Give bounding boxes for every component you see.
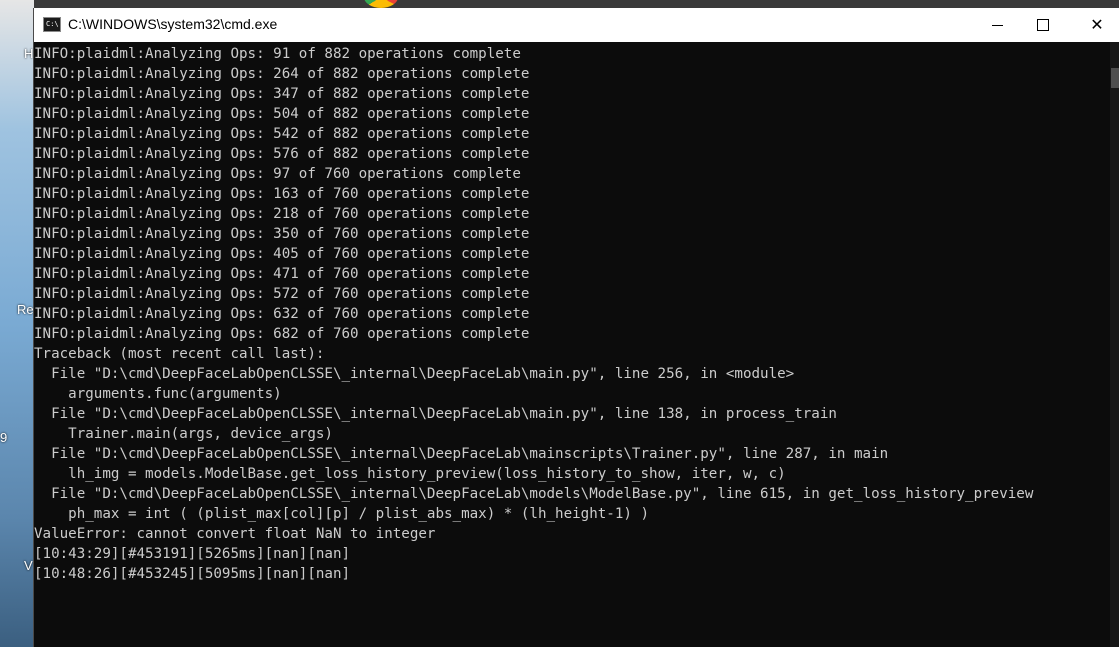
maximize-icon bbox=[1037, 19, 1049, 31]
console-line: INFO:plaidml:Analyzing Ops: 682 of 760 o… bbox=[34, 326, 530, 342]
console-line: INFO:plaidml:Analyzing Ops: 471 of 760 o… bbox=[34, 266, 530, 282]
console-line: INFO:plaidml:Analyzing Ops: 632 of 760 o… bbox=[34, 306, 530, 322]
desktop-icon-label-fragment: V bbox=[24, 558, 33, 573]
console-line: File "D:\cmd\DeepFaceLabOpenCLSSE\_inter… bbox=[34, 446, 889, 462]
desktop-icon-label-fragment: 9 bbox=[0, 430, 8, 445]
console-line: [10:48:26][#453245][5095ms][nan][nan] bbox=[34, 566, 351, 582]
console-line: INFO:plaidml:Analyzing Ops: 572 of 760 o… bbox=[34, 286, 530, 302]
title-bar[interactable]: C:\ C:\WINDOWS\system32\cmd.exe ✕ bbox=[34, 8, 1119, 42]
console-line: INFO:plaidml:Analyzing Ops: 97 of 760 op… bbox=[34, 166, 521, 182]
console-line: INFO:plaidml:Analyzing Ops: 542 of 882 o… bbox=[34, 126, 530, 142]
chrome-taskbar-icon bbox=[364, 0, 398, 8]
background-window-strip bbox=[34, 0, 1119, 8]
console-line: ph_max = int ( (plist_max[col][p] / plis… bbox=[34, 506, 649, 522]
console-line: INFO:plaidml:Analyzing Ops: 91 of 882 op… bbox=[34, 46, 521, 62]
console-line: ValueError: cannot convert float NaN to … bbox=[34, 526, 436, 542]
desktop-icon-label-fragment: H bbox=[24, 46, 34, 61]
minimize-icon bbox=[991, 24, 1003, 26]
console-line: INFO:plaidml:Analyzing Ops: 163 of 760 o… bbox=[34, 186, 530, 202]
console-line: INFO:plaidml:Analyzing Ops: 218 of 760 o… bbox=[34, 206, 530, 222]
desktop-background bbox=[0, 0, 34, 647]
console-line: INFO:plaidml:Analyzing Ops: 576 of 882 o… bbox=[34, 146, 530, 162]
console-line: lh_img = models.ModelBase.get_loss_histo… bbox=[34, 466, 786, 482]
console-line: File "D:\cmd\DeepFaceLabOpenCLSSE\_inter… bbox=[34, 486, 1034, 502]
console-output[interactable]: INFO:plaidml:Analyzing Ops: 91 of 882 op… bbox=[34, 42, 1110, 647]
scrollbar-thumb[interactable] bbox=[1111, 68, 1119, 88]
console-line: Trainer.main(args, device_args) bbox=[34, 426, 333, 442]
console-line: INFO:plaidml:Analyzing Ops: 264 of 882 o… bbox=[34, 66, 530, 82]
cmd-window[interactable]: C:\ C:\WINDOWS\system32\cmd.exe ✕ INFO:p… bbox=[33, 8, 1119, 647]
console-line: File "D:\cmd\DeepFaceLabOpenCLSSE\_inter… bbox=[34, 406, 837, 422]
console-line: arguments.func(arguments) bbox=[34, 386, 282, 402]
vertical-scrollbar[interactable] bbox=[1110, 42, 1119, 647]
console-line: INFO:plaidml:Analyzing Ops: 347 of 882 o… bbox=[34, 86, 530, 102]
close-button[interactable]: ✕ bbox=[1074, 8, 1119, 42]
window-title: C:\WINDOWS\system32\cmd.exe bbox=[68, 16, 278, 32]
console-line: INFO:plaidml:Analyzing Ops: 405 of 760 o… bbox=[34, 246, 530, 262]
console-line: [10:43:29][#453191][5265ms][nan][nan] bbox=[34, 546, 351, 562]
console-line: INFO:plaidml:Analyzing Ops: 504 of 882 o… bbox=[34, 106, 530, 122]
maximize-button[interactable] bbox=[1020, 8, 1066, 42]
cmd-app-icon[interactable]: C:\ bbox=[43, 17, 61, 32]
desktop-icon-label-fragment: Re bbox=[17, 302, 34, 317]
app-icon-text: C:\ bbox=[46, 20, 59, 28]
console-line: File "D:\cmd\DeepFaceLabOpenCLSSE\_inter… bbox=[34, 366, 795, 382]
console-line: INFO:plaidml:Analyzing Ops: 350 of 760 o… bbox=[34, 226, 530, 242]
console-line: Traceback (most recent call last): bbox=[34, 346, 325, 362]
minimize-button[interactable] bbox=[974, 8, 1020, 42]
close-icon: ✕ bbox=[1090, 15, 1104, 34]
